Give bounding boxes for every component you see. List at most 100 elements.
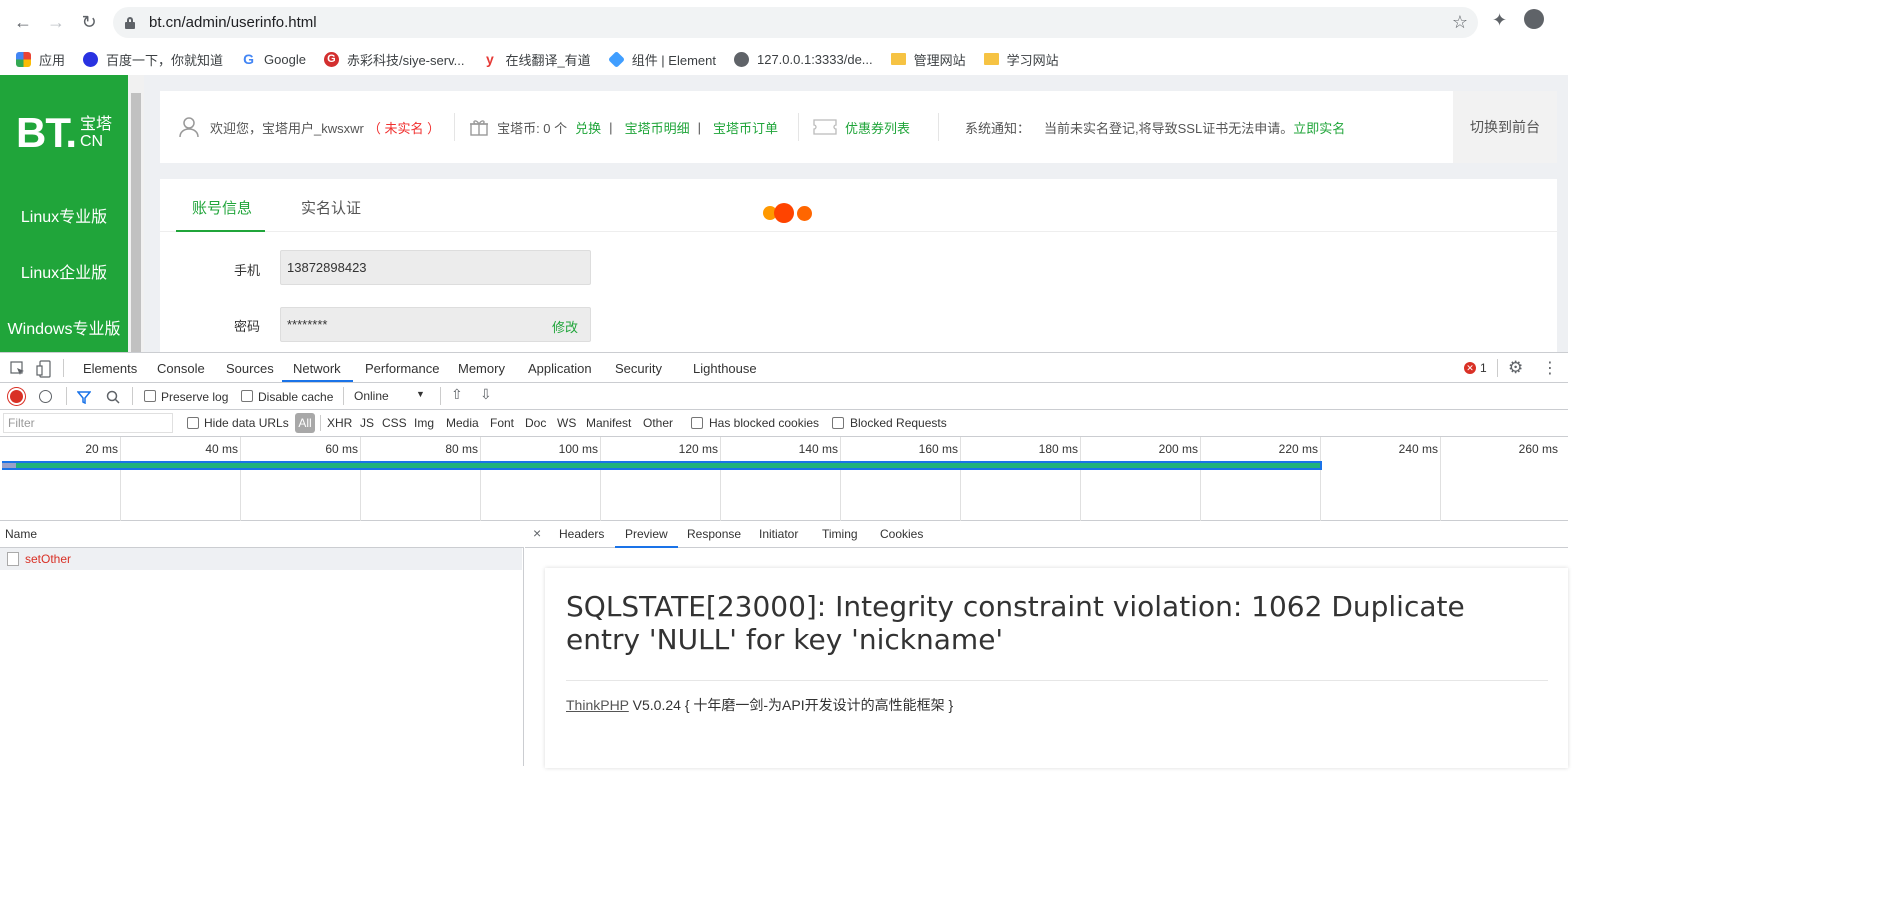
- document-file-icon: [7, 552, 19, 566]
- tab-security[interactable]: Security: [615, 361, 662, 376]
- search-icon[interactable]: [106, 390, 120, 404]
- verify-now-link[interactable]: 立即实名: [1293, 118, 1345, 137]
- extensions-puzzle-icon[interactable]: ✦: [1492, 10, 1507, 31]
- switch-to-frontend-button[interactable]: 切换到前台: [1453, 91, 1557, 163]
- coin-detail-link[interactable]: 宝塔币明细: [625, 118, 690, 137]
- type-filter-doc[interactable]: Doc: [525, 416, 546, 430]
- tab-response[interactable]: Response: [687, 527, 741, 541]
- youdao-logo-icon: y: [482, 51, 498, 67]
- password-field[interactable]: ******** 修改: [280, 307, 591, 342]
- more-options-icon[interactable]: ⋮: [1542, 358, 1558, 378]
- bookmark-baidu[interactable]: 百度一下，你就知道: [83, 50, 223, 69]
- hide-data-urls-label: Hide data URLs: [204, 416, 289, 430]
- blocked-requests-checkbox[interactable]: [832, 417, 844, 429]
- network-toolbar: Preserve log Disable cache Online ▼ ⇧ ⇩: [0, 383, 1568, 410]
- edit-password-button[interactable]: 修改: [552, 317, 578, 336]
- clear-icon[interactable]: [39, 390, 52, 403]
- settings-gear-icon[interactable]: ⚙: [1508, 358, 1523, 378]
- web-page: BT. 宝塔 CN Linux专业版 Linux企业版 Windows专业版 欢…: [0, 75, 1568, 352]
- tab-preview[interactable]: Preview: [625, 527, 668, 541]
- import-har-icon[interactable]: ⇧: [451, 386, 463, 403]
- request-row[interactable]: setOther: [0, 548, 522, 570]
- disable-cache-label: Disable cache: [258, 390, 334, 404]
- tab-console[interactable]: Console: [157, 361, 205, 376]
- bookmark-apps[interactable]: 应用: [16, 50, 65, 69]
- reload-icon[interactable]: ↻: [72, 5, 106, 39]
- type-filter-css[interactable]: CSS: [382, 416, 407, 430]
- waterfall-bar[interactable]: [2, 461, 1322, 470]
- forward-arrow-icon[interactable]: →: [39, 5, 73, 39]
- disable-cache-checkbox[interactable]: [241, 390, 253, 402]
- inspect-element-icon[interactable]: [10, 361, 26, 377]
- tab-initiator[interactable]: Initiator: [759, 527, 798, 541]
- bookmark-element[interactable]: 组件 | Element: [607, 50, 716, 69]
- tab-real-name[interactable]: 实名认证: [301, 197, 361, 218]
- bookmark-folder-study[interactable]: 学习网站: [983, 50, 1059, 69]
- bookmark-chicai[interactable]: G 赤彩科技/siye-serv...: [323, 50, 464, 69]
- type-filter-media[interactable]: Media: [446, 416, 479, 430]
- hide-data-urls-checkbox[interactable]: [187, 417, 199, 429]
- bookmark-localhost[interactable]: 127.0.0.1:3333/de...: [733, 51, 873, 67]
- preserve-log-checkbox[interactable]: [144, 390, 156, 402]
- tab-account-info[interactable]: 账号信息: [192, 197, 252, 218]
- filter-funnel-icon[interactable]: [77, 390, 91, 404]
- coupons-link[interactable]: 优惠券列表: [845, 118, 910, 137]
- sidebar-item-linux-enterprise[interactable]: Linux企业版: [0, 259, 128, 283]
- tab-sources[interactable]: Sources: [226, 361, 274, 376]
- address-bar[interactable]: bt.cn/admin/userinfo.html ☆: [113, 7, 1478, 38]
- tab-network[interactable]: Network: [293, 361, 341, 376]
- bt-logo[interactable]: BT. 宝塔 CN: [16, 109, 112, 157]
- tick-label: 20 ms: [85, 442, 118, 456]
- name-column-header[interactable]: Name: [0, 521, 524, 548]
- type-filter-font[interactable]: Font: [490, 416, 514, 430]
- record-icon[interactable]: [10, 390, 23, 403]
- close-icon[interactable]: ×: [533, 525, 541, 541]
- apps-grid-icon: [16, 51, 31, 67]
- sidebar-item-linux-pro[interactable]: Linux专业版: [0, 203, 128, 227]
- profile-avatar-icon[interactable]: [1524, 9, 1544, 29]
- link-separator: |: [697, 119, 701, 135]
- tab-headers[interactable]: Headers: [559, 527, 604, 541]
- type-filter-js[interactable]: JS: [360, 416, 374, 430]
- divider: [454, 113, 456, 141]
- phone-field[interactable]: 13872898423: [280, 250, 591, 285]
- type-filter-img[interactable]: Img: [414, 416, 434, 430]
- loading-dot-icon: [797, 206, 812, 221]
- error-count[interactable]: 1: [1480, 361, 1487, 375]
- tab-memory[interactable]: Memory: [458, 361, 505, 376]
- tab-lighthouse[interactable]: Lighthouse: [693, 361, 757, 376]
- tab-cookies[interactable]: Cookies: [880, 527, 923, 541]
- device-toolbar-icon[interactable]: [36, 360, 52, 378]
- bookmark-star-icon[interactable]: ☆: [1452, 12, 1468, 33]
- export-har-icon[interactable]: ⇩: [480, 386, 492, 403]
- tick-label: 140 ms: [798, 442, 838, 456]
- exchange-link[interactable]: 兑换: [575, 118, 601, 137]
- filter-input[interactable]: Filter: [3, 413, 173, 433]
- back-arrow-icon[interactable]: ←: [6, 5, 40, 39]
- throttling-select[interactable]: Online ▼: [354, 389, 429, 403]
- type-filter-other[interactable]: Other: [643, 416, 673, 430]
- coins-balance: 宝塔币: 0 个: [497, 120, 568, 136]
- request-name: setOther: [25, 552, 72, 566]
- tab-elements[interactable]: Elements: [83, 361, 137, 376]
- coin-orders-link[interactable]: 宝塔币订单: [713, 118, 778, 137]
- has-blocked-cookies-checkbox[interactable]: [691, 417, 703, 429]
- thinkphp-link[interactable]: ThinkPHP: [566, 697, 629, 713]
- type-filter-ws[interactable]: WS: [557, 416, 576, 430]
- request-detail-pane: × Headers Preview Response Initiator Tim…: [525, 521, 1568, 768]
- bookmark-folder-admin[interactable]: 管理网站: [890, 50, 966, 69]
- page-scrollbar-thumb[interactable]: [131, 93, 141, 352]
- bookmark-youdao[interactable]: y 在线翻译_有道: [482, 50, 591, 69]
- lock-icon: [125, 16, 135, 29]
- type-filter-all[interactable]: All: [295, 413, 315, 433]
- network-overview-timeline[interactable]: 20 ms 40 ms 60 ms 80 ms 100 ms 120 ms 14…: [0, 437, 1568, 521]
- tick-label: 220 ms: [1278, 442, 1318, 456]
- type-filter-manifest[interactable]: Manifest: [586, 416, 631, 430]
- tab-application[interactable]: Application: [528, 361, 592, 376]
- tab-performance[interactable]: Performance: [365, 361, 439, 376]
- sidebar-item-windows-pro[interactable]: Windows专业版: [0, 315, 128, 339]
- tab-timing[interactable]: Timing: [822, 527, 858, 541]
- bookmark-google[interactable]: G Google: [241, 51, 306, 67]
- type-filter-xhr[interactable]: XHR: [327, 416, 352, 430]
- unverified-badge[interactable]: （ 未实名 ）: [368, 118, 440, 137]
